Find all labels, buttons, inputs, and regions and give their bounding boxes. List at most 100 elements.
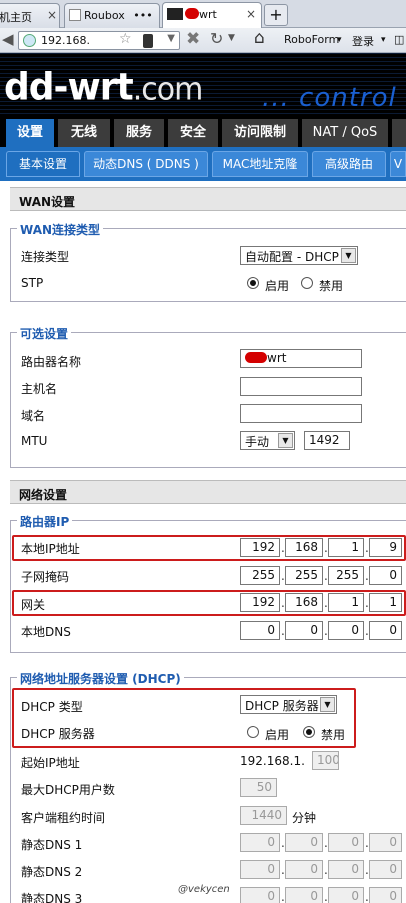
local-ip-highlight	[12, 535, 406, 561]
lease-time-input[interactable]: 1440	[240, 806, 287, 825]
hostname-label: 主机名	[21, 382, 58, 396]
static-dns1-octet-4[interactable]: 0	[369, 833, 402, 852]
subnet-octet-3[interactable]: 255	[328, 566, 364, 585]
redacted-mark	[245, 352, 267, 363]
home-icon[interactable]: ⌂	[254, 28, 265, 48]
max-dhcp-users-input[interactable]: 50	[240, 778, 277, 797]
browser-tab-home[interactable]: 机主页 ×	[0, 3, 60, 28]
router-ip-legend: 路由器IP	[17, 513, 73, 530]
domain-label: 域名	[21, 409, 46, 423]
reload-dropdown-icon[interactable]: ▼	[228, 33, 235, 43]
static-dns2-octet-2[interactable]: 0	[285, 860, 323, 879]
domain-input[interactable]	[240, 404, 362, 423]
page-icon	[69, 9, 81, 21]
back-icon[interactable]: ◀	[2, 30, 14, 48]
static-dns2-octet-3[interactable]: 0	[328, 860, 364, 879]
dhcp-server-enable-radio[interactable]	[247, 726, 259, 738]
tab-label: 机主页	[0, 11, 32, 24]
address-bar[interactable]: 192.168. ☆ ▼	[18, 31, 180, 50]
url-text: 192.168.	[41, 34, 90, 47]
mtu-label: MTU	[21, 434, 48, 448]
mtu-mode-select[interactable]: 手动 ▼	[240, 431, 295, 450]
static-dns2-octet-1[interactable]: 0	[240, 860, 280, 879]
browser-nav-bar: ◀ 192.168. ☆ ▼ ✖ ↻ ▼ ⌂ RoboForm ▾ 登录 ▾ ◫	[0, 28, 406, 53]
network-setup-heading: 网络设置	[10, 480, 406, 504]
bookmark-star-icon[interactable]: ☆	[119, 31, 132, 47]
chevron-down-icon: ▾	[337, 35, 342, 45]
tab-wireless[interactable]: 无线	[58, 119, 110, 147]
subtab-more[interactable]: V	[390, 151, 406, 177]
tab-services[interactable]: 服务	[114, 119, 164, 147]
connection-type-label: 连接类型	[21, 250, 70, 264]
tab-label: Roubox	[84, 9, 125, 22]
new-tab-button[interactable]: +	[264, 4, 288, 26]
main-tab-bar: 设置 无线 服务 安全 访问限制 NAT / QoS	[0, 117, 406, 147]
connection-type-select[interactable]: 自动配置 - DHCP ▼	[240, 246, 358, 265]
subtab-ddns[interactable]: 动态DNS ( DDNS )	[84, 151, 208, 177]
local-dns-octet-1[interactable]: 0	[240, 621, 280, 640]
local-dns-label: 本地DNS	[21, 625, 71, 639]
browser-tab-ddwrt[interactable]: wrt ×	[162, 2, 262, 29]
tab-setup[interactable]: 设置	[6, 119, 54, 147]
browser-tab-roubox[interactable]: Roubox •••	[64, 3, 160, 28]
mtu-input[interactable]: 1492	[304, 431, 350, 450]
ddwrt-logo: dd-wrt.com	[4, 65, 203, 110]
redacted-mark	[185, 8, 199, 19]
subtab-basic-setup[interactable]: 基本设置	[6, 151, 80, 177]
dhcp-server-label: DHCP 服务器	[21, 727, 95, 741]
dropdown-icon[interactable]: ▼	[167, 33, 175, 44]
roboform-menu[interactable]: RoboForm	[284, 33, 339, 46]
stp-enable-radio[interactable]	[247, 277, 259, 289]
static-dns2-octet-4[interactable]: 0	[369, 860, 402, 879]
close-tab-icon[interactable]: ×	[246, 7, 256, 21]
static-dns1-octet-1[interactable]: 0	[240, 833, 280, 852]
toolbar-more-icon[interactable]: ◫	[394, 33, 404, 46]
hostname-input[interactable]	[240, 377, 362, 396]
main-content: WAN设置 WAN连接类型 连接类型 自动配置 - DHCP ▼ STP 启用 禁…	[0, 181, 406, 903]
login-menu[interactable]: 登录	[352, 33, 374, 49]
subnet-octet-1[interactable]: 255	[240, 566, 280, 585]
dhcp-server-enable-label: 启用	[265, 728, 290, 742]
dhcp-server-disable-label: 禁用	[321, 728, 346, 742]
dhcp-type-select[interactable]: DHCP 服务器 ▼	[240, 695, 337, 714]
static-dns1-label: 静态DNS 1	[21, 838, 83, 852]
local-dns-octet-2[interactable]: 0	[285, 621, 323, 640]
ddwrt-banner: dd-wrt.com ... control p	[0, 53, 406, 117]
local-dns-octet-3[interactable]: 0	[328, 621, 364, 640]
start-ip-last-input[interactable]: 100	[312, 751, 339, 770]
static-dns3-label: 静态DNS 3	[21, 892, 83, 903]
chevron-down-icon: ▾	[381, 35, 386, 45]
tab-security[interactable]: 安全	[168, 119, 218, 147]
static-dns1-octet-3[interactable]: 0	[328, 833, 364, 852]
tab-access-restrictions[interactable]: 访问限制	[222, 119, 298, 147]
wan-connection-legend: WAN连接类型	[17, 221, 104, 238]
static-dns3-octet-3[interactable]: 0	[328, 887, 364, 903]
tab-more[interactable]	[392, 119, 406, 147]
subnet-octet-4[interactable]: 0	[369, 566, 402, 585]
local-dns-octet-4[interactable]: 0	[369, 621, 402, 640]
max-dhcp-users-label: 最大DHCP用户数	[21, 783, 115, 797]
wan-setup-heading: WAN设置	[10, 187, 406, 211]
tab-label: wrt	[199, 8, 217, 21]
subnet-octet-2[interactable]: 255	[285, 566, 323, 585]
subtab-mac-clone[interactable]: MAC地址克隆	[212, 151, 308, 177]
static-dns3-octet-2[interactable]: 0	[285, 887, 323, 903]
tab-nat-qos[interactable]: NAT / QoS	[302, 119, 388, 147]
static-dns1-octet-2[interactable]: 0	[285, 833, 323, 852]
wan-connection-fieldset: WAN连接类型	[10, 221, 406, 302]
sub-tab-bar: 基本设置 动态DNS ( DDNS ) MAC地址克隆 高级路由 V	[0, 147, 406, 181]
subtab-advanced-routing[interactable]: 高级路由	[312, 151, 386, 177]
dhcp-server-disable-radio[interactable]	[303, 726, 315, 738]
close-tab-icon[interactable]: ×	[47, 8, 57, 22]
reload-icon[interactable]: ↻	[210, 29, 223, 48]
static-dns3-octet-1[interactable]: 0	[240, 887, 280, 903]
router-name-input[interactable]: wrt	[240, 349, 362, 368]
stp-disable-radio[interactable]	[301, 277, 313, 289]
chevron-down-icon: ▼	[320, 697, 335, 712]
globe-icon	[23, 34, 36, 47]
lease-time-unit: 分钟	[292, 811, 317, 825]
static-dns3-octet-4[interactable]: 0	[369, 887, 402, 903]
tab-overflow: •••	[133, 9, 153, 22]
optional-settings-legend: 可选设置	[17, 325, 72, 342]
stop-icon[interactable]: ✖	[186, 29, 200, 49]
